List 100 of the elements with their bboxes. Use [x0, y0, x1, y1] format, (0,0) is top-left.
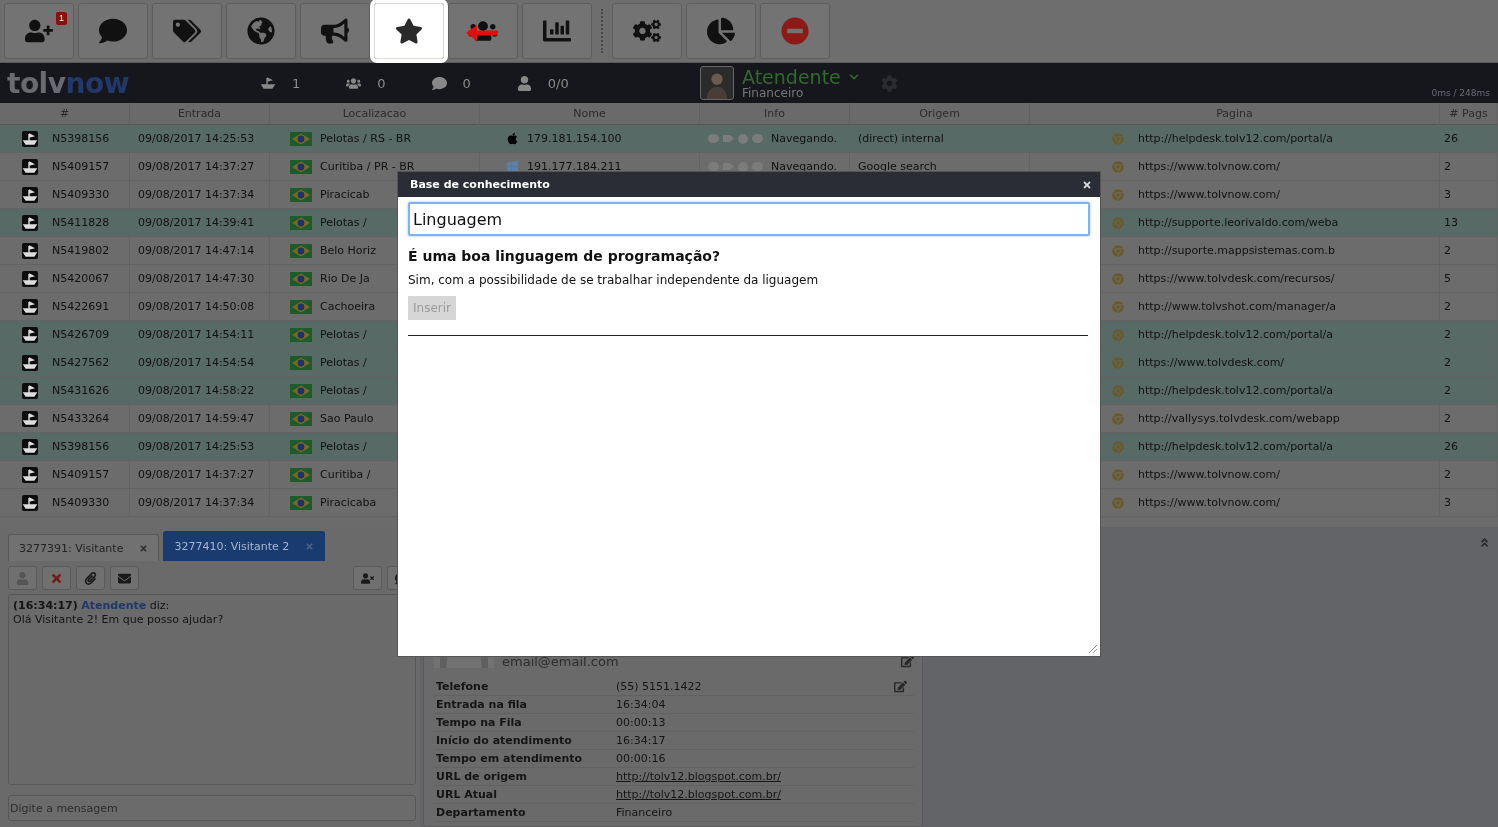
field-label: Início do atendimento: [436, 734, 573, 747]
stat-count: 0: [377, 75, 386, 91]
table-cell: N5409157: [52, 160, 110, 173]
field-value: 16:34:17: [616, 734, 667, 747]
field-label: Entrada na fila: [436, 698, 528, 711]
table-cell: http://suporte.mappsistemas.com.b: [1138, 244, 1335, 257]
table-cell: Pelotas /: [320, 216, 367, 229]
table-cell: 2: [1444, 160, 1451, 173]
field-value: 16:34:04: [616, 698, 667, 711]
field-label: URL de origem: [436, 770, 528, 783]
table-cell: Curitiba / PR - BR: [320, 160, 415, 173]
table-cell: 2: [1444, 244, 1451, 257]
table-cell: https://www.tolvdesk.com/: [1138, 356, 1285, 369]
field-value: 00:00:13: [616, 716, 667, 729]
table-cell: Navegando.: [771, 132, 837, 145]
table-cell: 09/08/2017 14:37:27: [138, 468, 255, 481]
table-cell: Pelotas / RS - BR: [320, 132, 412, 145]
stat-count: 0/0: [547, 75, 569, 91]
table-cell: http://helpdesk.tolv12.com/portal/a: [1138, 132, 1333, 145]
table-cell: N5398156: [52, 132, 110, 145]
article-question: É uma boa linguagem de programação?: [408, 248, 722, 264]
stat-count: 0: [462, 75, 471, 91]
table-cell: N5409157: [52, 468, 110, 481]
table-cell: Curitiba /: [320, 468, 371, 481]
table-cell: http://helpdesk.tolv12.com/portal/a: [1138, 328, 1333, 341]
table-cell: https://www.tolvdesk.com/recursos/: [1138, 272, 1335, 285]
table-cell: 2: [1444, 384, 1451, 397]
agent-department: Financeiro: [742, 86, 805, 99]
table-cell: N5398156: [52, 440, 110, 453]
table-cell: N5431626: [52, 384, 110, 397]
table-cell: N5409330: [52, 188, 110, 201]
table-cell: http://helpdesk.tolv12.com/portal/a: [1138, 384, 1333, 397]
table-cell: Pelotas /: [320, 356, 367, 369]
table-cell: (direct) internal: [858, 132, 944, 145]
table-cell: Google search: [858, 160, 937, 173]
table-cell: http://supporte.leorivaldo.com/weba: [1138, 216, 1339, 229]
field-value: (55) 5151.1422: [616, 680, 703, 693]
table-cell: 191.177.184.211: [527, 160, 622, 173]
table-cell: 09/08/2017 14:37:27: [138, 160, 255, 173]
table-cell: N5426709: [52, 328, 110, 341]
table-cell: 09/08/2017 14:54:11: [138, 328, 255, 341]
table-cell: 2: [1444, 300, 1451, 313]
table-cell: 09/08/2017 14:47:14: [138, 244, 255, 257]
field-label: Tempo em atendimento: [436, 752, 584, 765]
table-cell: 09/08/2017 14:59:47: [138, 412, 255, 425]
table-cell: 09/08/2017 14:58:22: [138, 384, 255, 397]
table-cell: 5: [1444, 272, 1451, 285]
table-cell: Cachoeira: [320, 300, 376, 313]
field-value: Financeiro: [616, 806, 674, 819]
notification-badge: 1: [56, 12, 67, 25]
table-cell: 09/08/2017 14:47:30: [138, 272, 255, 285]
table-cell: Piracicab: [320, 188, 370, 201]
table-cell: Rio De Ja: [320, 272, 370, 285]
dialog-title: Base de conhecimento: [410, 178, 550, 191]
table-cell: N5420067: [52, 272, 110, 285]
table-cell: N5411828: [52, 216, 110, 229]
field-label: URL Atual: [436, 788, 499, 801]
table-cell: Piracicaba: [320, 496, 377, 509]
message-text: Olá Visitante 2! Em que posso ajudar?: [13, 613, 225, 627]
table-cell: https://www.tolvnow.com/: [1138, 496, 1280, 509]
table-cell: Pelotas /: [320, 440, 367, 453]
table-cell: 09/08/2017 14:54:54: [138, 356, 255, 369]
table-cell: N5433264: [52, 412, 110, 425]
article-answer: Sim, com a possibilidade de se trabalhar independente da liguagem: [408, 273, 820, 287]
table-cell: Navegando.: [771, 160, 837, 173]
table-cell: 09/08/2017 14:39:41: [138, 216, 255, 229]
table-cell: 09/08/2017 14:25:53: [138, 132, 255, 145]
table-cell: N5409330: [52, 496, 110, 509]
table-cell: 2: [1444, 468, 1451, 481]
table-cell: N5427562: [52, 356, 110, 369]
table-cell: 26: [1444, 132, 1458, 145]
table-cell: 09/08/2017 14:50:08: [138, 300, 255, 313]
table-cell: 2: [1444, 356, 1451, 369]
field-label: Departamento: [436, 806, 527, 819]
table-cell: 2: [1444, 412, 1451, 425]
table-cell: Sao Paulo: [320, 412, 374, 425]
table-cell: Belo Horiz: [320, 244, 376, 257]
table-cell: 09/08/2017 14:37:34: [138, 496, 255, 509]
table-cell: 09/08/2017 14:25:53: [138, 440, 255, 453]
table-cell: 2: [1444, 328, 1451, 341]
table-cell: https://www.tolvnow.com/: [1138, 468, 1280, 481]
table-cell: 3: [1444, 188, 1451, 201]
table-cell: http://helpdesk.tolv12.com/portal/a: [1138, 440, 1333, 453]
table-cell: 13: [1444, 216, 1458, 229]
field-label: Tempo na Fila: [436, 716, 523, 729]
table-cell: 09/08/2017 14:37:34: [138, 188, 255, 201]
message-verb: diz:: [149, 599, 170, 612]
table-cell: https://www.tolvnow.com/: [1138, 188, 1280, 201]
table-cell: http://vallysys.tolvdesk.com/webapp: [1138, 412, 1340, 425]
table-cell: Pelotas /: [320, 384, 367, 397]
field-value: 00:00:16: [616, 752, 667, 765]
message-time: (16:34:17): [13, 599, 78, 612]
email-text: email@email.com: [502, 653, 620, 669]
timing-text: 0ms / 248ms: [1431, 88, 1490, 98]
table-cell: 179.181.154.100: [527, 132, 622, 145]
table-cell: N5422691: [52, 300, 110, 313]
table-cell: https://www.tolvnow.com/: [1138, 160, 1280, 173]
field-label: Telefone: [436, 680, 490, 693]
message-author: Atendente: [81, 599, 147, 612]
table-cell: Pelotas /: [320, 328, 367, 341]
